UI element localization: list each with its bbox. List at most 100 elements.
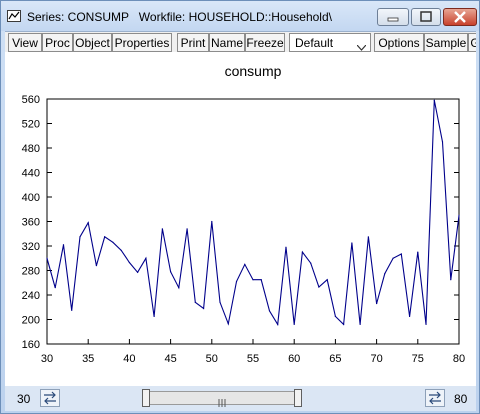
data-point [46, 257, 48, 259]
data-point [343, 323, 345, 325]
y-tick-label: 320 [22, 241, 40, 253]
series-toolbar: View Proc Object Properties Print Name F… [5, 31, 476, 53]
x-tick-label: 80 [453, 353, 465, 365]
consump-series-line [46, 100, 460, 327]
y-tick-label: 480 [22, 143, 40, 155]
sample-start-arrows-icon[interactable] [40, 389, 60, 407]
data-point [301, 251, 304, 253]
data-point [400, 253, 402, 255]
print-button[interactable]: Print [177, 33, 209, 52]
x-tick-label: 70 [370, 353, 382, 365]
y-tick-label: 360 [22, 217, 40, 229]
data-point [433, 99, 435, 101]
y-tick-label: 280 [22, 266, 40, 278]
series-window: Series: CONSUMP Workfile: HOUSEHOLD::Hou… [0, 0, 480, 414]
data-point [310, 262, 312, 264]
data-point [293, 323, 295, 325]
proc-button[interactable]: Proc [42, 33, 73, 52]
data-point [145, 257, 147, 259]
sample-end-arrows-icon[interactable] [425, 389, 445, 407]
sample-button[interactable]: Sample [424, 33, 468, 52]
data-point [178, 287, 180, 289]
chart-title: consump [225, 63, 282, 79]
data-point [153, 315, 155, 318]
view-button[interactable]: View [8, 33, 42, 52]
y-tick-label: 240 [22, 290, 40, 302]
data-point [417, 251, 419, 253]
data-point [450, 279, 452, 281]
chevron-down-icon [356, 39, 367, 53]
name-button[interactable]: Name [209, 33, 245, 52]
x-tick-label: 35 [82, 353, 94, 365]
graph-template-dropdown[interactable]: Default [289, 33, 371, 52]
data-point [458, 214, 460, 216]
data-point [326, 279, 328, 281]
data-point [202, 307, 205, 310]
data-point [277, 323, 279, 325]
data-point [252, 279, 254, 281]
y-tick-label: 400 [22, 192, 40, 204]
y-tick-label: 160 [22, 339, 40, 351]
data-point [112, 241, 114, 243]
x-tick-label: 55 [247, 353, 259, 365]
data-point [260, 279, 262, 281]
data-point [186, 228, 188, 230]
data-point [219, 301, 221, 303]
data-point [95, 265, 98, 267]
data-point [54, 287, 56, 289]
title-bar[interactable]: Series: CONSUMP Workfile: HOUSEHOLD::Hou… [1, 1, 479, 31]
data-point [194, 301, 196, 303]
sample-end-value: 80 [454, 392, 468, 406]
data-point [367, 236, 369, 238]
data-point [351, 242, 353, 244]
data-point [87, 222, 89, 224]
data-point [79, 236, 81, 238]
data-point [384, 272, 386, 275]
data-point [211, 220, 213, 223]
close-button[interactable] [443, 8, 477, 26]
object-button[interactable]: Object [73, 33, 112, 52]
data-point [359, 323, 361, 325]
data-point [62, 244, 65, 246]
sample-slider-bar: 30 80 [5, 386, 476, 411]
plot-frame [46, 98, 460, 345]
data-point [137, 271, 139, 273]
x-tick-label: 50 [206, 353, 218, 365]
data-point [128, 261, 130, 264]
data-point [334, 315, 336, 318]
y-tick-label: 560 [22, 94, 40, 106]
data-point [170, 271, 172, 273]
data-point [268, 310, 271, 312]
x-tick-label: 45 [164, 353, 176, 365]
freeze-button[interactable]: Freeze [245, 33, 285, 52]
x-tick-label: 30 [41, 353, 53, 365]
minimize-button[interactable] [377, 8, 409, 26]
properties-button[interactable]: Properties [112, 33, 172, 52]
data-point [285, 246, 287, 248]
data-point [161, 228, 163, 230]
slider-left-handle[interactable] [142, 389, 150, 407]
data-point [104, 236, 106, 238]
y-tick-label: 440 [22, 168, 40, 180]
x-tick-label: 60 [288, 353, 300, 365]
data-point [235, 280, 238, 283]
data-point [71, 309, 73, 311]
maximize-button[interactable] [411, 8, 441, 26]
data-point [227, 323, 229, 325]
y-tick-label: 520 [22, 119, 40, 131]
graph-view: consump 160 200 240 280 320 360 400 440 480 520 560… [5, 52, 476, 386]
data-point [376, 302, 378, 305]
y-tick-label: 200 [22, 315, 40, 327]
x-tick-label: 40 [123, 353, 135, 365]
line-chart: consump 160 200 240 280 320 360 400 440 480 520 560… [22, 63, 465, 365]
genr-button[interactable]: G [468, 33, 476, 52]
slider-right-handle[interactable] [294, 389, 302, 407]
series-graph-icon [7, 10, 21, 22]
sample-start-value: 30 [17, 392, 31, 406]
data-point [425, 323, 427, 325]
data-point [392, 257, 394, 259]
x-tick-label: 75 [412, 353, 424, 365]
data-point [441, 141, 444, 143]
options-button[interactable]: Options [374, 33, 424, 52]
x-tick-label: 65 [329, 353, 341, 365]
